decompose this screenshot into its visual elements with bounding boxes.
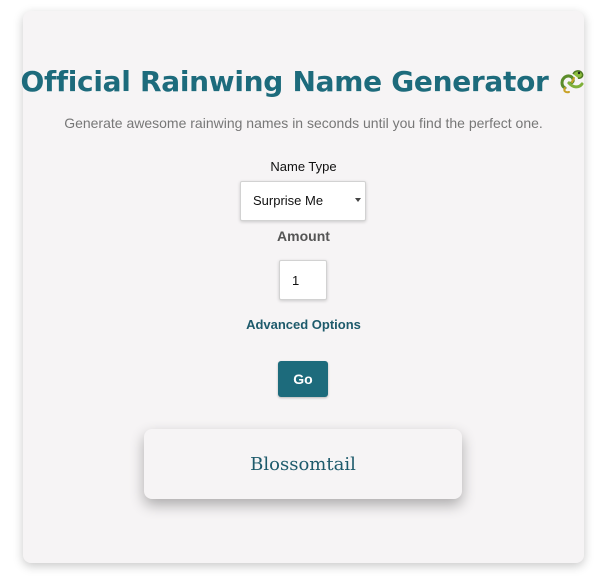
chevron-down-icon: [355, 198, 361, 202]
dragon-icon: [557, 66, 587, 96]
page-subtitle: Generate awesome rainwing names in secon…: [64, 115, 543, 131]
generated-name: Blossomtail: [250, 453, 356, 475]
name-type-label: Name Type: [270, 159, 337, 174]
title-row: Official Rainwing Name Generator: [20, 59, 587, 103]
go-button[interactable]: Go: [278, 361, 328, 397]
name-type-selected-value: Surprise Me: [253, 193, 324, 208]
page-title: Official Rainwing Name Generator: [20, 64, 549, 98]
advanced-options-link[interactable]: Advanced Options: [23, 317, 584, 332]
amount-input[interactable]: [279, 260, 327, 300]
amount-label: Amount: [277, 228, 330, 244]
result-box: Blossomtail: [144, 429, 462, 499]
generator-card: Official Rainwing Name Generator Generat…: [20, 11, 587, 563]
name-type-select[interactable]: Surprise Me: [240, 181, 366, 221]
